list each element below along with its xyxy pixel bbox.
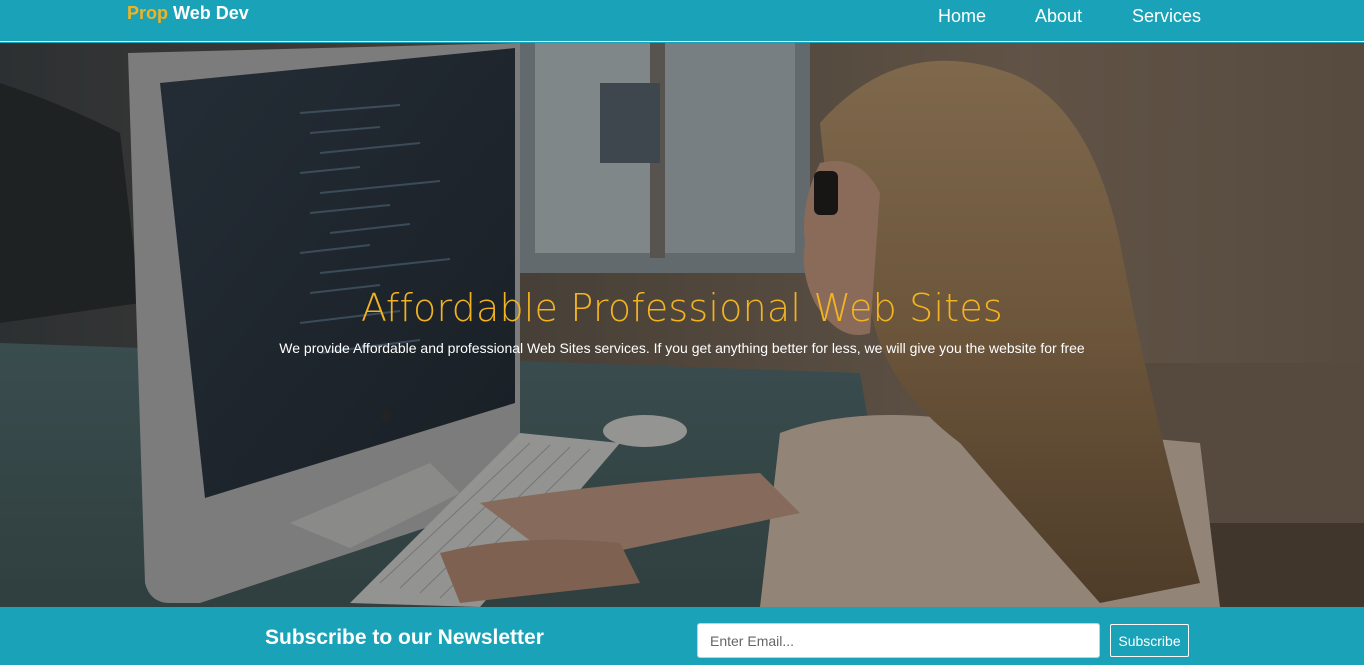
- hero-subtitle: We provide Affordable and professional W…: [279, 340, 1085, 356]
- nav-item-home: Home: [938, 6, 1035, 26]
- subscribe-button[interactable]: Subscribe: [1110, 624, 1189, 657]
- nav-link-services[interactable]: Services: [1132, 6, 1212, 26]
- nav-menu: Home About Services: [938, 6, 1212, 26]
- brand-accent-text: Prop: [127, 3, 169, 23]
- brand-rest-text: Web Dev: [173, 3, 249, 23]
- nav-link-about[interactable]: About: [1035, 6, 1132, 26]
- nav-item-about: About: [1035, 6, 1132, 26]
- email-input[interactable]: [697, 623, 1100, 658]
- hero-title: Affordable Professional Web Sites: [361, 286, 1003, 330]
- nav-link-home[interactable]: Home: [938, 6, 1035, 26]
- newsletter-title: Subscribe to our Newsletter: [265, 626, 544, 649]
- brand-logo[interactable]: Prop Web Dev: [127, 3, 249, 23]
- hero-section: Affordable Professional Web Sites We pro…: [0, 43, 1364, 607]
- newsletter-section: Subscribe to our Newsletter Subscribe: [0, 607, 1364, 665]
- navbar: Prop Web Dev Home About Services: [0, 0, 1364, 42]
- nav-item-services: Services: [1132, 6, 1212, 26]
